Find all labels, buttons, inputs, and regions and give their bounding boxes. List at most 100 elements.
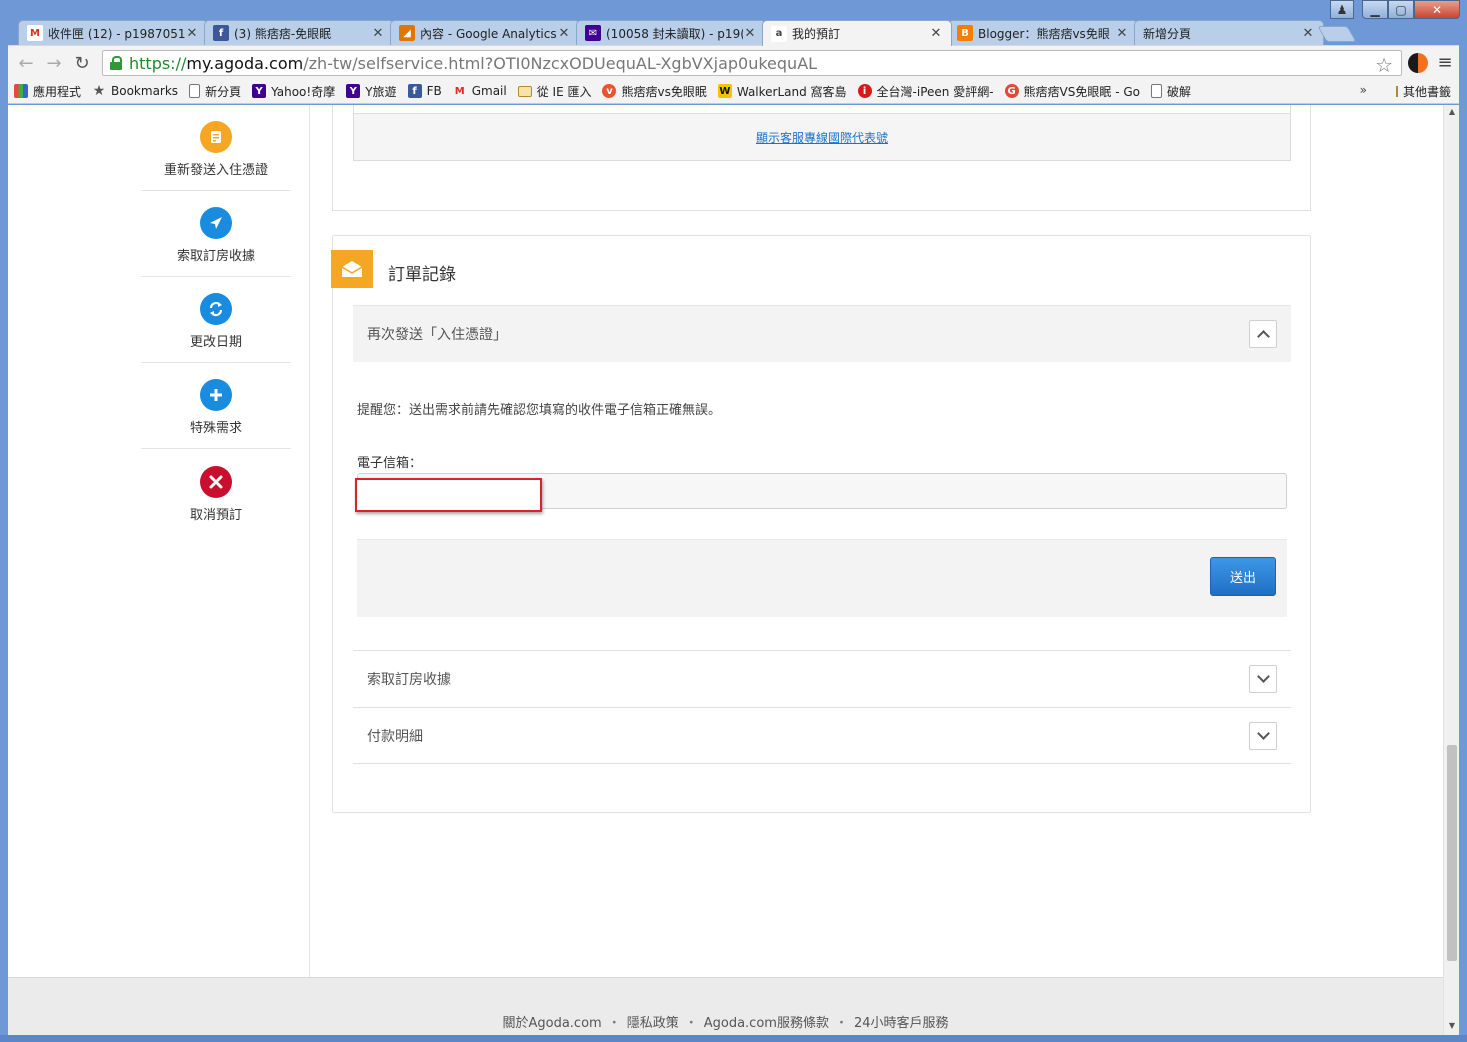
agoda-icon: a — [771, 25, 787, 42]
menu-icon[interactable]: ≡ — [1436, 52, 1454, 73]
close-icon[interactable]: ✕ — [1301, 26, 1315, 41]
scroll-up-arrow-icon[interactable]: ▲ — [1444, 107, 1460, 119]
address-bar[interactable]: https://my.agoda.com/zh-tw/selfservice.h… — [102, 50, 1402, 77]
bookmark-yahoo[interactable]: Y Yahoo!奇摩 — [252, 83, 335, 100]
accordion-request-receipt[interactable]: 索取訂房收據 — [353, 650, 1291, 707]
lock-icon — [109, 56, 123, 70]
bookmark-label: 應用程式 — [33, 84, 82, 99]
forward-arrow-icon[interactable]: → — [42, 51, 66, 75]
tab-my-booking[interactable]: a 我的預訂 ✕ — [762, 20, 952, 46]
cancel-icon — [200, 465, 232, 498]
close-icon[interactable]: ✕ — [185, 26, 199, 41]
expand-button[interactable] — [1249, 665, 1277, 693]
bookmark-label: WalkerLand 窩客島 — [736, 84, 847, 99]
folder-icon — [517, 85, 532, 97]
intl-numbers-link[interactable]: 顯示客服專線國際代表號 — [756, 129, 888, 146]
reload-icon[interactable]: ↻ — [70, 51, 94, 75]
bookmark-apps[interactable]: 應用程式 — [14, 83, 81, 100]
tab-yahoo-mail[interactable]: ✉ (10058 封未讀取) - p19( ✕ — [576, 20, 766, 45]
close-icon[interactable]: ✕ — [743, 26, 757, 41]
voucher-icon — [200, 121, 232, 153]
bookmark-google-plus[interactable]: G 熊痞痞VS免眼眠 - Go — [1004, 83, 1140, 100]
bookmark-bookmarks[interactable]: ★ Bookmarks — [92, 83, 178, 99]
bookmark-fb[interactable]: f FB — [407, 84, 442, 98]
blogger-icon: B — [957, 25, 973, 41]
sidebar-item-cancel-booking[interactable]: 取消預訂 — [141, 449, 291, 535]
bookmarks-overflow-button[interactable]: » — [1360, 83, 1367, 97]
close-icon[interactable]: ✕ — [371, 26, 385, 41]
tab-facebook[interactable]: f (3) 熊痞痞-免眼眠 ✕ — [204, 20, 394, 45]
footer-separator: ・ — [834, 1016, 848, 1031]
walkerland-icon: W — [717, 84, 732, 98]
footer-link-support[interactable]: 24小時客戶服務 — [854, 1016, 949, 1031]
sidebar-item-label: 取消預訂 — [189, 507, 242, 523]
close-window-button[interactable]: ✕ — [1414, 0, 1460, 19]
bookmark-walkerland[interactable]: W WalkerLand 窩客島 — [717, 83, 847, 100]
close-icon[interactable]: ✕ — [1115, 26, 1129, 41]
collapse-button[interactable] — [1249, 320, 1277, 348]
refresh-icon — [200, 293, 232, 325]
bookmark-other[interactable]: 其他書籤 — [1395, 83, 1451, 100]
scrollbar-thumb[interactable] — [1447, 745, 1457, 961]
footer-links: 關於Agoda.com ・隱私政策・ Agoda.com服務條款・ 24小時客戶服務 — [8, 1012, 1443, 1031]
send-icon — [200, 207, 232, 239]
star-icon: ★ — [92, 83, 106, 99]
sidebar-item-request-receipt[interactable]: 索取訂房收據 — [141, 191, 291, 277]
footer-link-about[interactable]: 關於Agoda.com — [502, 1016, 601, 1031]
tab-blogger[interactable]: B Blogger：熊痞痞vs免眼 ✕ — [948, 20, 1138, 45]
footer-link-terms[interactable]: Agoda.com服務條款 — [704, 1016, 829, 1031]
gmail-icon: M — [454, 85, 465, 97]
vertical-scrollbar[interactable]: ▲ ▼ — [1443, 105, 1459, 1035]
expand-button[interactable] — [1249, 722, 1277, 750]
tab-new[interactable]: 新增分頁 ✕ — [1134, 20, 1324, 45]
window-bottom-frame — [0, 1035, 1467, 1042]
back-arrow-icon[interactable]: ← — [14, 51, 38, 75]
order-record-panel: 訂單記錄 再次發送「入住憑證」 提醒您：送出需求前請先確認您填寫的收件電子信箱正… — [331, 235, 1311, 813]
bookmark-label: 從 IE 匯入 — [536, 84, 592, 99]
apps-icon — [14, 84, 28, 98]
maximize-button[interactable]: ▢ — [1388, 0, 1414, 19]
bookmark-ipeen[interactable]: i 全台灣-iPeen 愛評網- — [857, 83, 994, 100]
tab-analytics[interactable]: ◢ 內容 - Google Analytics ✕ — [390, 20, 580, 45]
chevron-down-icon — [1256, 727, 1270, 740]
tab-gmail[interactable]: M 收件匣 (12) - p1987051 ✕ — [18, 20, 208, 45]
page-footer: 關於Agoda.com ・隱私政策・ Agoda.com服務條款・ 24小時客戶服務 — [8, 977, 1443, 1035]
close-icon[interactable]: ✕ — [557, 26, 571, 41]
extension-icon[interactable] — [1408, 53, 1428, 73]
footer-separator: ・ — [607, 1016, 621, 1031]
bookmark-label: 破解 — [1166, 84, 1191, 99]
folder-icon — [1395, 86, 1398, 97]
sidebar-item-resend-voucher[interactable]: 重新發送入住憑證 — [141, 105, 291, 191]
sidebar-item-label: 更改日期 — [189, 335, 242, 350]
close-icon[interactable]: ✕ — [929, 26, 943, 41]
scroll-down-arrow-icon[interactable]: ▼ — [1444, 1021, 1460, 1033]
email-input[interactable] — [357, 473, 1287, 509]
tab-title: Blogger：熊痞痞vs免眼 — [978, 26, 1110, 41]
bookmark-newtab[interactable]: 新分頁 — [189, 83, 241, 100]
accordion-resend-voucher[interactable]: 再次發送「入住憑證」 — [353, 305, 1291, 362]
submit-button[interactable]: 送出 — [1210, 557, 1276, 596]
footer-link-privacy[interactable]: 隱私政策 — [627, 1016, 679, 1031]
minimize-button[interactable]: ▁ — [1362, 0, 1388, 19]
sidebar-item-change-dates[interactable]: 更改日期 — [141, 277, 291, 363]
tab-title: 收件匣 (12) - p1987051 — [48, 26, 185, 41]
envelope-icon — [331, 250, 373, 288]
bookmark-crack[interactable]: 破解 — [1150, 83, 1191, 100]
yahoo-icon: Y — [252, 84, 267, 98]
customer-service-panel: 顯示客服專線國際代表號 — [332, 105, 1311, 211]
facebook-icon: f — [213, 25, 229, 41]
bookmark-gmail[interactable]: M Gmail — [453, 84, 507, 98]
bookmark-ytravel[interactable]: Y Y旅遊 — [346, 83, 397, 100]
browser-window: M 收件匣 (12) - p1987051 ✕ f (3) 熊痞痞-免眼眠 ✕ … — [0, 0, 1467, 1042]
accordion-title: 付款明細 — [367, 728, 423, 745]
page-viewport: 重新發送入住憑證 索取訂房收據 更改日期 特殊需求 取消預訂 顯示客服專線國際代… — [8, 105, 1443, 1035]
gmail-icon: M — [27, 25, 43, 41]
tab-title: 內容 - Google Analytics — [420, 26, 557, 41]
accordion-payment-details[interactable]: 付款明細 — [353, 707, 1291, 764]
bookmark-blog[interactable]: v 熊痞痞vs免眼眠 — [602, 83, 707, 100]
bookmark-star-icon[interactable]: ☆ — [1375, 53, 1393, 77]
user-icon[interactable]: ♟ — [1330, 0, 1354, 19]
sidebar-item-special-requests[interactable]: 特殊需求 — [141, 363, 291, 449]
sidebar-item-label: 索取訂房收據 — [176, 249, 255, 264]
bookmark-ie-import[interactable]: 從 IE 匯入 — [517, 83, 592, 100]
